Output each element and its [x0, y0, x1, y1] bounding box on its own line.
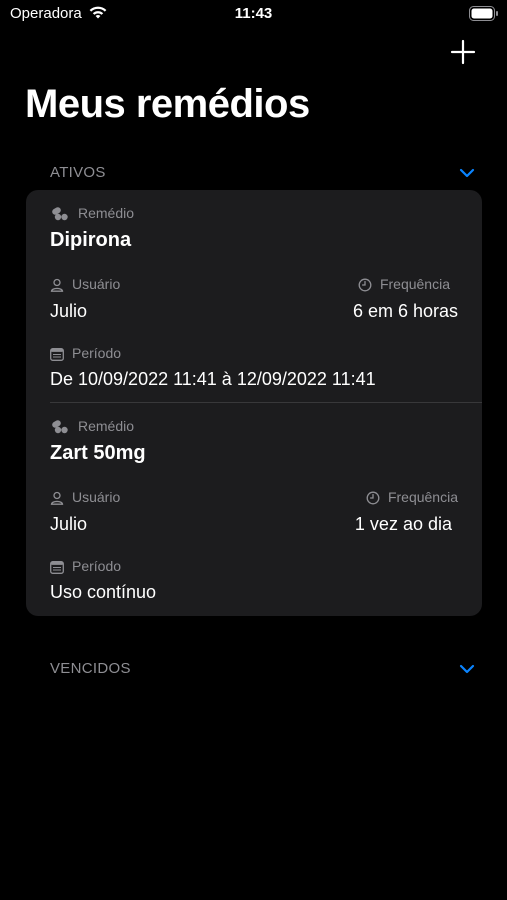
frequencia-label: Frequência: [379, 276, 450, 292]
chevron-down-icon: [459, 664, 475, 674]
usuario-label-row: Usuário: [50, 488, 120, 506]
frequencia-label-row: Frequência: [358, 275, 450, 293]
user-value: Julio: [50, 301, 88, 321]
page-title: Meus remédios: [25, 82, 310, 126]
medication-name: Zart 50mg: [50, 442, 146, 464]
person-icon: [50, 491, 64, 505]
period-value: Uso contínuo: [50, 582, 157, 602]
usuario-label-row: Usuário: [50, 275, 120, 293]
medication-entry[interactable]: Remédio Dipirona Usuário Julio Frequênci…: [26, 190, 482, 403]
remedio-label: Remédio: [78, 418, 135, 434]
screen: Operadora 11:43 Meus remédios ATIVOS Rem…: [0, 0, 507, 900]
frequencia-label-row: Frequência: [366, 488, 458, 506]
remedio-label: Remédio: [78, 205, 135, 221]
remedio-label-row: Remédio: [50, 204, 134, 222]
medication-entry[interactable]: Remédio Zart 50mg Usuário Julio Frequênc…: [26, 403, 482, 616]
periodo-label: Período: [72, 345, 122, 361]
periodo-label-row: Período: [50, 557, 121, 575]
periodo-label-row: Período: [50, 344, 121, 362]
clock-icon: [358, 278, 372, 292]
section-label-vencidos: VENCIDOS: [50, 660, 131, 677]
status-bar: Operadora 11:43: [0, 0, 507, 30]
add-medication-button[interactable]: [449, 38, 477, 66]
section-label-ativos: ATIVOS: [50, 164, 106, 181]
person-icon: [50, 278, 64, 292]
frequencia-label: Frequência: [387, 489, 458, 505]
period-value: De 10/09/2022 11:41 à 12/09/2022 11:41: [50, 369, 376, 389]
pills-icon: [52, 420, 68, 434]
plus-icon: [450, 39, 476, 65]
battery-icon: [469, 6, 498, 21]
medication-name: Dipirona: [50, 229, 132, 251]
periodo-label: Período: [72, 558, 122, 574]
frequency-value: 6 em 6 horas: [352, 301, 458, 321]
clock-icon: [366, 491, 380, 505]
clock: 11:43: [234, 5, 273, 22]
user-value: Julio: [50, 514, 88, 534]
pills-icon: [52, 207, 68, 221]
chevron-down-icon: [459, 168, 475, 178]
usuario-label: Usuário: [72, 276, 121, 292]
remedio-label-row: Remédio: [50, 417, 134, 435]
usuario-label: Usuário: [72, 489, 121, 505]
section-header-vencidos[interactable]: VENCIDOS: [50, 658, 475, 680]
calendar-icon: [50, 561, 64, 574]
frequency-value: 1 vez ao dia: [354, 514, 452, 534]
section-header-ativos[interactable]: ATIVOS: [50, 162, 475, 184]
calendar-icon: [50, 348, 64, 361]
active-medications-card: Remédio Dipirona Usuário Julio Frequênci…: [26, 190, 482, 616]
